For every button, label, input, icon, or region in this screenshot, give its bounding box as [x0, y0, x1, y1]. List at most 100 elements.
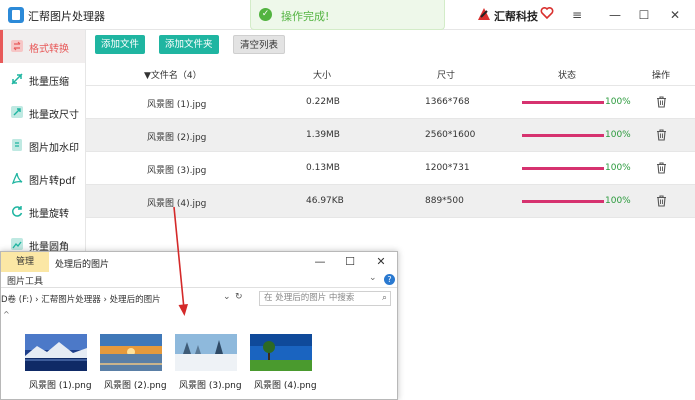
refresh-icon[interactable]: ↻ [235, 292, 243, 302]
add-folder-button[interactable]: 添加文件夹 [159, 35, 219, 54]
dropdown-chevron-icon[interactable]: ⌄ [223, 292, 231, 302]
thumbnail-2[interactable] [100, 334, 162, 371]
file-dimensions: 1366*768 [425, 97, 470, 107]
column-header-dimensions: 尺寸 [437, 71, 456, 81]
sidebar-item-rotate[interactable]: 批量旋转 [0, 195, 85, 228]
table-row[interactable]: 风景图 (4).jpg 46.97KB 889*500 100% [86, 185, 695, 218]
clear-list-button[interactable]: 清空列表 [233, 35, 286, 54]
search-icon: ⌕ [381, 293, 387, 303]
progress-fill [522, 134, 604, 137]
trash-icon[interactable] [656, 96, 667, 108]
file-grid: ^ 风景图 (1).png 风景图 (2).png 风景图 (3).png 风景… [1, 310, 397, 399]
heart-icon[interactable] [540, 6, 554, 20]
progress-bar [522, 134, 604, 137]
table-row[interactable]: 风景图 (3).jpg 0.13MB 1200*731 100% [86, 152, 695, 185]
sidebar-item-format-convert[interactable]: 格式转换 [0, 30, 85, 63]
title-bar: 汇帮图片处理器 ✓ 操作完成! 汇帮科技 ≡ — ☐ ✕ [0, 0, 695, 30]
file-name: 风景图 (2).jpg [147, 133, 207, 143]
file-name: 风景图 (3).png [179, 381, 242, 391]
file-name: 风景图 (3).jpg [147, 166, 207, 176]
resize-icon [11, 106, 23, 118]
check-circle-icon: ✓ [259, 8, 272, 21]
success-toast: ✓ 操作完成! [250, 0, 445, 30]
search-input[interactable]: 在 处理后的图片 中搜索 ⌕ [259, 291, 391, 306]
file-dimensions: 2560*1600 [425, 130, 476, 140]
scroll-up-icon[interactable]: ^ [3, 310, 10, 319]
explorer-title: 处理后的图片 [55, 260, 110, 270]
progress-bar [522, 200, 604, 203]
maximize-button[interactable]: ☐ [634, 5, 654, 25]
file-size: 46.97KB [306, 196, 344, 206]
progress-percent: 100% [605, 196, 631, 206]
sidebar-item-compress[interactable]: 批量压缩 [0, 63, 85, 96]
progress-fill [522, 167, 604, 170]
file-size: 0.22MB [306, 97, 340, 107]
toast-message: 操作完成! [281, 10, 330, 23]
column-header-status: 状态 [558, 71, 577, 81]
sidebar-item-label: 图片转pdf [29, 176, 76, 187]
file-name: 风景图 (4).jpg [147, 199, 207, 209]
help-icon[interactable]: ? [384, 274, 395, 285]
address-bar[interactable]: D卷 (F:) › 汇帮图片处理器 › 处理后的图片 ⌄ ↻ 在 处理后的图片 … [1, 290, 397, 308]
thumbnail-1[interactable] [25, 334, 87, 371]
chevron-down-icon[interactable]: ⌄ [369, 273, 377, 283]
trash-icon[interactable] [656, 195, 667, 207]
trash-icon[interactable] [656, 162, 667, 174]
rotate-icon [12, 206, 23, 217]
sidebar-item-label: 格式转换 [29, 44, 69, 55]
column-header-size: 大小 [313, 71, 332, 81]
round-corner-icon [11, 238, 23, 250]
progress-fill [522, 101, 604, 104]
sidebar-item-watermark[interactable]: 图片加水印 [0, 129, 85, 162]
progress-fill [522, 200, 604, 203]
file-explorer-window: 管理 处理后的图片 — ☐ ✕ 图片工具 ⌄ ? D卷 (F:) › 汇帮图片处… [0, 251, 398, 400]
file-dimensions: 1200*731 [425, 163, 470, 173]
table-row[interactable]: 风景图 (2).jpg 1.39MB 2560*1600 100% [86, 119, 695, 152]
sidebar-item-resize[interactable]: 批量改尺寸 [0, 96, 85, 129]
file-name: 风景图 (1).jpg [147, 100, 207, 110]
file-table: ▼文件名（4） 大小 尺寸 状态 操作 风景图 (1).jpg 0.22MB 136… [86, 60, 695, 218]
explorer-ribbon: 图片工具 ⌄ ? [1, 272, 397, 288]
thumbnail-3[interactable] [175, 334, 237, 371]
compress-icon [11, 73, 23, 85]
toolbar: 添加文件 添加文件夹 清空列表 [86, 30, 695, 60]
close-button[interactable]: ✕ [665, 5, 685, 25]
sidebar-item-label: 图片加水印 [29, 143, 79, 154]
brand-name: 汇帮科技 [494, 10, 538, 23]
trash-icon[interactable] [656, 129, 667, 141]
pdf-icon [11, 172, 23, 185]
explorer-title-bar: 管理 处理后的图片 — ☐ ✕ [1, 252, 397, 272]
progress-bar [522, 167, 604, 170]
column-header-actions: 操作 [652, 71, 671, 81]
manage-tab[interactable]: 管理 [1, 252, 49, 272]
file-name: 风景图 (2).png [104, 381, 167, 391]
column-header-name[interactable]: ▼文件名（4） [144, 68, 202, 81]
progress-bar [522, 101, 604, 104]
watermark-icon [12, 139, 22, 151]
format-convert-icon [11, 40, 23, 52]
progress-percent: 100% [605, 163, 631, 173]
brand-logo-icon [478, 8, 490, 20]
progress-percent: 100% [605, 97, 631, 107]
minimize-button[interactable]: — [605, 5, 625, 25]
sidebar-item-label: 批量改尺寸 [29, 110, 79, 121]
file-size: 0.13MB [306, 163, 340, 173]
explorer-close-button[interactable]: ✕ [373, 254, 389, 270]
sidebar-item-to-pdf[interactable]: 图片转pdf [0, 162, 85, 195]
thumbnail-4[interactable] [250, 334, 312, 371]
file-dimensions: 889*500 [425, 196, 464, 206]
breadcrumb[interactable]: D卷 (F:) › 汇帮图片处理器 › 处理后的图片 [1, 293, 161, 305]
add-file-button[interactable]: 添加文件 [95, 35, 146, 54]
sidebar-item-label: 批量旋转 [29, 209, 69, 220]
table-header: ▼文件名（4） 大小 尺寸 状态 操作 [86, 60, 695, 86]
app-title: 汇帮图片处理器 [28, 10, 105, 23]
progress-percent: 100% [605, 130, 631, 140]
file-size: 1.39MB [306, 130, 340, 140]
search-placeholder: 在 处理后的图片 中搜索 [264, 293, 355, 303]
table-row[interactable]: 风景图 (1).jpg 0.22MB 1366*768 100% [86, 86, 695, 119]
explorer-minimize-button[interactable]: — [312, 254, 328, 270]
menu-button[interactable]: ≡ [567, 5, 587, 25]
explorer-maximize-button[interactable]: ☐ [342, 254, 358, 270]
sidebar: 格式转换 批量压缩 批量改尺寸 图片加水印 图片转pdf 批量旋转 批量圆角 [0, 30, 86, 260]
picture-tools-tab[interactable]: 图片工具 [7, 274, 43, 287]
